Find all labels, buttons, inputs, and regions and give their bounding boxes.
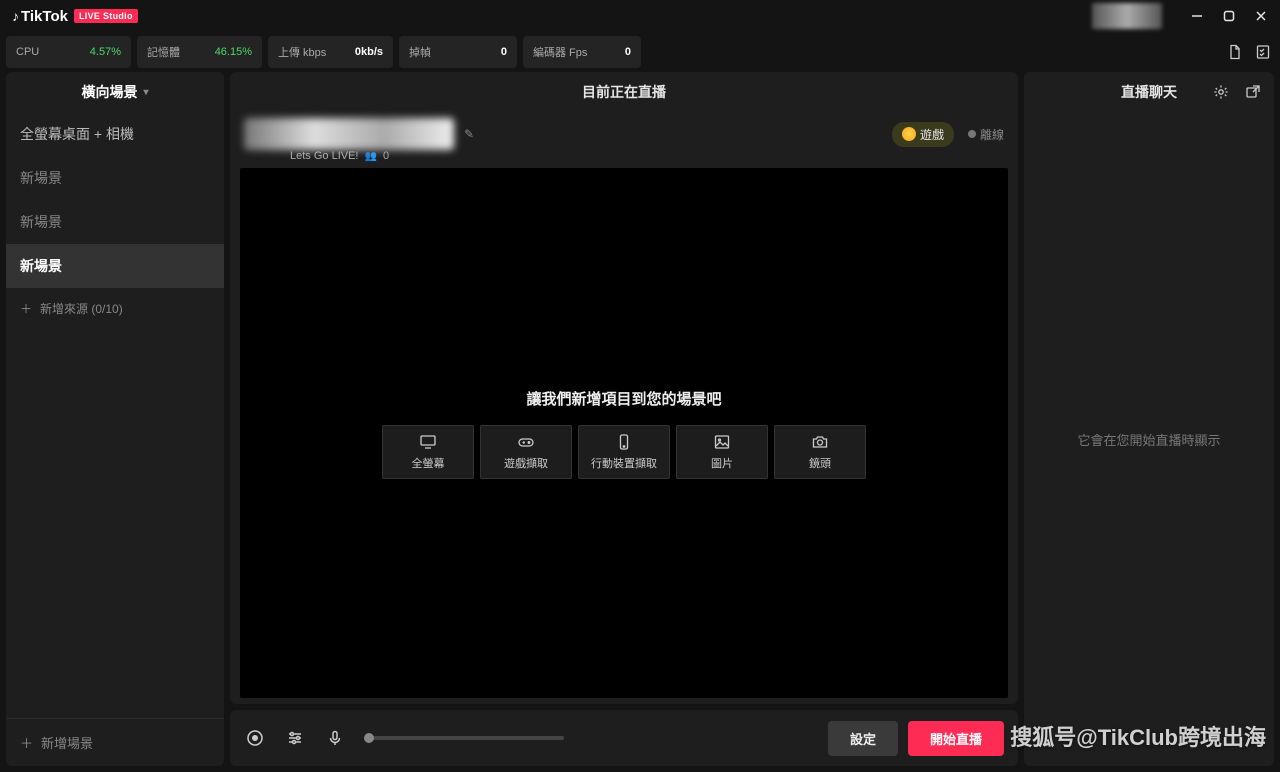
tile-label: 鏡頭: [809, 455, 831, 471]
scene-item-0[interactable]: 全螢幕桌面 + 相機: [6, 112, 224, 156]
stream-subtitle: Lets Go LIVE!: [290, 150, 358, 162]
maximize-button[interactable]: [1222, 9, 1236, 23]
titlebar: ♪ TikTok LIVE Studio: [0, 0, 1280, 32]
preview-canvas[interactable]: 讓我們新增項目到您的場景吧 全螢幕 遊戲擷取 行動裝置擷取: [240, 168, 1008, 698]
avatar[interactable]: [1092, 3, 1162, 29]
scenes-panel: 橫向場景 ▾ 全螢幕桌面 + 相機 新場景 新場景 新場景 ＋ 新增來源 (0/…: [6, 72, 224, 766]
mobile-icon: [615, 433, 633, 451]
brand: ♪ TikTok LIVE Studio: [12, 8, 138, 25]
brand-name: TikTok: [21, 8, 68, 25]
record-icon[interactable]: [244, 727, 266, 749]
tile-mobile[interactable]: 行動裝置擷取: [578, 425, 670, 479]
add-scene-button[interactable]: ＋ 新增場景: [20, 733, 210, 752]
chat-panel: 直播聊天 它會在您開始直播時顯示: [1024, 72, 1274, 766]
stat-dropped-value: 0: [501, 46, 507, 58]
chevron-down-icon: ▾: [143, 87, 148, 98]
tile-image[interactable]: 圖片: [676, 425, 768, 479]
offline-dot-icon: [968, 130, 976, 138]
chat-title: 直播聊天: [1121, 82, 1177, 102]
plus-icon: ＋: [20, 733, 33, 752]
note-icon: ♪: [12, 8, 19, 24]
gamepad-icon: [517, 433, 535, 451]
stat-memory: 記憶體 46.15%: [137, 36, 262, 68]
control-bar: 設定 開始直播: [230, 710, 1018, 766]
tile-label: 圖片: [711, 455, 733, 471]
tile-label: 行動裝置擷取: [591, 455, 657, 471]
scene-item-3[interactable]: 新場景: [6, 244, 224, 288]
settings-button[interactable]: 設定: [828, 721, 898, 756]
add-scene-label: 新增場景: [41, 733, 93, 752]
image-icon: [713, 433, 731, 451]
scene-item-2[interactable]: 新場景: [6, 200, 224, 244]
viewers-count: 0: [383, 150, 389, 162]
offline-label: 離線: [980, 126, 1004, 143]
add-source-button[interactable]: ＋ 新增來源 (0/10): [6, 288, 224, 329]
preview-panel: 目前正在直播 ✎ 遊戲 離線 Lets Go L: [230, 72, 1018, 704]
stat-dropped: 掉幀 0: [399, 36, 517, 68]
tile-label: 全螢幕: [412, 455, 445, 471]
live-studio-badge: LIVE Studio: [74, 9, 138, 23]
monitor-icon: [419, 433, 437, 451]
tile-label: 遊戲擷取: [504, 455, 548, 471]
start-live-button[interactable]: 開始直播: [908, 721, 1004, 756]
checklist-icon[interactable]: [1252, 41, 1274, 63]
scenes-header[interactable]: 橫向場景 ▾: [6, 72, 224, 112]
camera-icon: [811, 433, 829, 451]
preview-header: 目前正在直播: [230, 72, 1018, 112]
stream-subtitle-row: Lets Go LIVE! 👥 0: [290, 150, 1004, 162]
edit-icon[interactable]: ✎: [464, 127, 474, 141]
stat-memory-label: 記憶體: [147, 44, 180, 60]
coin-icon: [902, 127, 916, 141]
tiktok-logo: ♪ TikTok: [12, 8, 68, 25]
scene-item-1[interactable]: 新場景: [6, 156, 224, 200]
plus-icon: ＋: [20, 300, 32, 317]
game-pill[interactable]: 遊戲: [892, 122, 954, 147]
viewers-icon: 👥: [364, 151, 376, 162]
tile-fullscreen[interactable]: 全螢幕: [382, 425, 474, 479]
stat-dropped-label: 掉幀: [409, 44, 431, 60]
source-tiles: 全螢幕 遊戲擷取 行動裝置擷取 圖片: [382, 425, 866, 479]
scene-list: 全螢幕桌面 + 相機 新場景 新場景 新場景: [6, 112, 224, 288]
preview-title-text: 目前正在直播: [582, 82, 666, 102]
chat-empty-text: 它會在您開始直播時顯示: [1077, 430, 1220, 449]
stat-upload-value: 0kb/s: [355, 46, 383, 58]
stat-encoder-label: 編碼器 Fps: [533, 44, 587, 60]
stats-bar: CPU 4.57% 記憶體 46.15% 上傳 kbps 0kb/s 掉幀 0 …: [0, 32, 1280, 72]
stat-cpu-label: CPU: [16, 46, 39, 58]
stat-memory-value: 46.15%: [215, 46, 252, 58]
gear-icon[interactable]: [1210, 81, 1232, 103]
scenes-title: 橫向場景: [81, 82, 137, 102]
sliders-icon[interactable]: [284, 727, 306, 749]
volume-slider[interactable]: [364, 736, 564, 740]
stat-cpu: CPU 4.57%: [6, 36, 131, 68]
stat-upload-label: 上傳 kbps: [278, 44, 326, 60]
minimize-button[interactable]: [1190, 9, 1204, 23]
stat-cpu-value: 4.57%: [90, 46, 121, 58]
mic-icon[interactable]: [324, 727, 346, 749]
add-source-label: 新增來源 (0/10): [40, 300, 123, 317]
stream-profile[interactable]: [244, 118, 454, 150]
main-layout: 橫向場景 ▾ 全螢幕桌面 + 相機 新場景 新場景 新場景 ＋ 新增來源 (0/…: [0, 72, 1280, 772]
document-icon[interactable]: [1224, 41, 1246, 63]
chat-empty-state: 它會在您開始直播時顯示: [1024, 112, 1274, 766]
empty-scene-title: 讓我們新增項目到您的場景吧: [526, 388, 721, 409]
close-button[interactable]: [1254, 9, 1268, 23]
game-label: 遊戲: [920, 126, 944, 143]
window-controls: [1092, 3, 1268, 29]
stat-encoder-value: 0: [625, 46, 631, 58]
tile-camera[interactable]: 鏡頭: [774, 425, 866, 479]
tile-game[interactable]: 遊戲擷取: [480, 425, 572, 479]
offline-pill: 離線: [968, 126, 1004, 143]
chat-header: 直播聊天: [1024, 72, 1274, 112]
popout-icon[interactable]: [1242, 81, 1264, 103]
stat-encoder: 編碼器 Fps 0: [523, 36, 641, 68]
stat-upload: 上傳 kbps 0kb/s: [268, 36, 393, 68]
